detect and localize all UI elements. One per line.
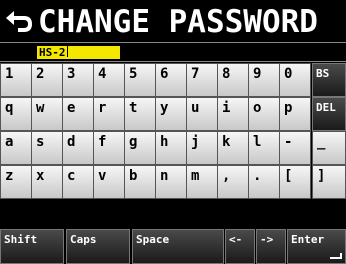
password-input[interactable]: HS-2 — [37, 46, 120, 59]
key-hyphen[interactable]: - — [279, 131, 311, 165]
key-p[interactable]: p — [279, 97, 311, 131]
key-e[interactable]: e — [62, 97, 94, 131]
key-i[interactable]: i — [217, 97, 249, 131]
key-left-bracket[interactable]: [ — [279, 165, 311, 199]
key-1[interactable]: 1 — [0, 63, 32, 97]
key-c[interactable]: c — [62, 165, 94, 199]
header: CHANGE PASSWORD — [0, 0, 346, 42]
enter-key-label: Enter — [291, 233, 325, 246]
key-5[interactable]: 5 — [124, 63, 156, 97]
back-button[interactable] — [3, 6, 35, 36]
key-j[interactable]: j — [186, 131, 218, 165]
key-y[interactable]: y — [155, 97, 187, 131]
return-arrow-icon — [6, 11, 32, 32]
key-w[interactable]: w — [31, 97, 63, 131]
key-r[interactable]: r — [93, 97, 125, 131]
key-h[interactable]: h — [155, 131, 187, 165]
key-k[interactable]: k — [217, 131, 249, 165]
delete-key[interactable]: DEL — [312, 97, 346, 131]
key-q[interactable]: q — [0, 97, 32, 131]
key-underscore[interactable]: _ — [312, 131, 346, 165]
key-7[interactable]: 7 — [186, 63, 218, 97]
key-right-bracket[interactable]: ] — [312, 165, 346, 199]
page-title: CHANGE PASSWORD — [38, 4, 318, 40]
key-4[interactable]: 4 — [93, 63, 125, 97]
key-m[interactable]: m — [186, 165, 218, 199]
cursor-left-key[interactable]: <- — [225, 229, 255, 264]
key-b[interactable]: b — [124, 165, 156, 199]
key-t[interactable]: t — [124, 97, 156, 131]
caps-key[interactable]: Caps — [66, 229, 130, 264]
key-s[interactable]: s — [31, 131, 63, 165]
key-6[interactable]: 6 — [155, 63, 187, 97]
enter-corner-icon — [330, 253, 342, 259]
key-3[interactable]: 3 — [62, 63, 94, 97]
key-2[interactable]: 2 — [31, 63, 63, 97]
key-n[interactable]: n — [155, 165, 187, 199]
key-8[interactable]: 8 — [217, 63, 249, 97]
backspace-key[interactable]: BS — [312, 63, 346, 97]
onscreen-keyboard: 1 2 3 4 5 6 7 8 9 0 BS q w e r t y u i o… — [0, 63, 346, 264]
cursor-right-key[interactable]: -> — [256, 229, 286, 264]
key-a[interactable]: a — [0, 131, 32, 165]
key-d[interactable]: d — [62, 131, 94, 165]
password-input-row: HS-2 — [0, 42, 346, 62]
space-key[interactable]: Space — [132, 229, 224, 264]
key-0[interactable]: 0 — [279, 63, 311, 97]
shift-key[interactable]: Shift — [0, 229, 64, 264]
key-x[interactable]: x — [31, 165, 63, 199]
key-o[interactable]: o — [248, 97, 280, 131]
key-u[interactable]: u — [186, 97, 218, 131]
key-period[interactable]: . — [248, 165, 280, 199]
text-caret — [66, 46, 68, 57]
key-l[interactable]: l — [248, 131, 280, 165]
key-z[interactable]: z — [0, 165, 32, 199]
key-comma[interactable]: , — [217, 165, 249, 199]
key-9[interactable]: 9 — [248, 63, 280, 97]
change-password-screen: CHANGE PASSWORD HS-2 1 2 3 4 5 6 7 8 9 0… — [0, 0, 346, 264]
key-f[interactable]: f — [93, 131, 125, 165]
password-input-value: HS-2 — [39, 46, 66, 59]
enter-key[interactable]: Enter — [287, 229, 346, 264]
key-g[interactable]: g — [124, 131, 156, 165]
key-v[interactable]: v — [93, 165, 125, 199]
